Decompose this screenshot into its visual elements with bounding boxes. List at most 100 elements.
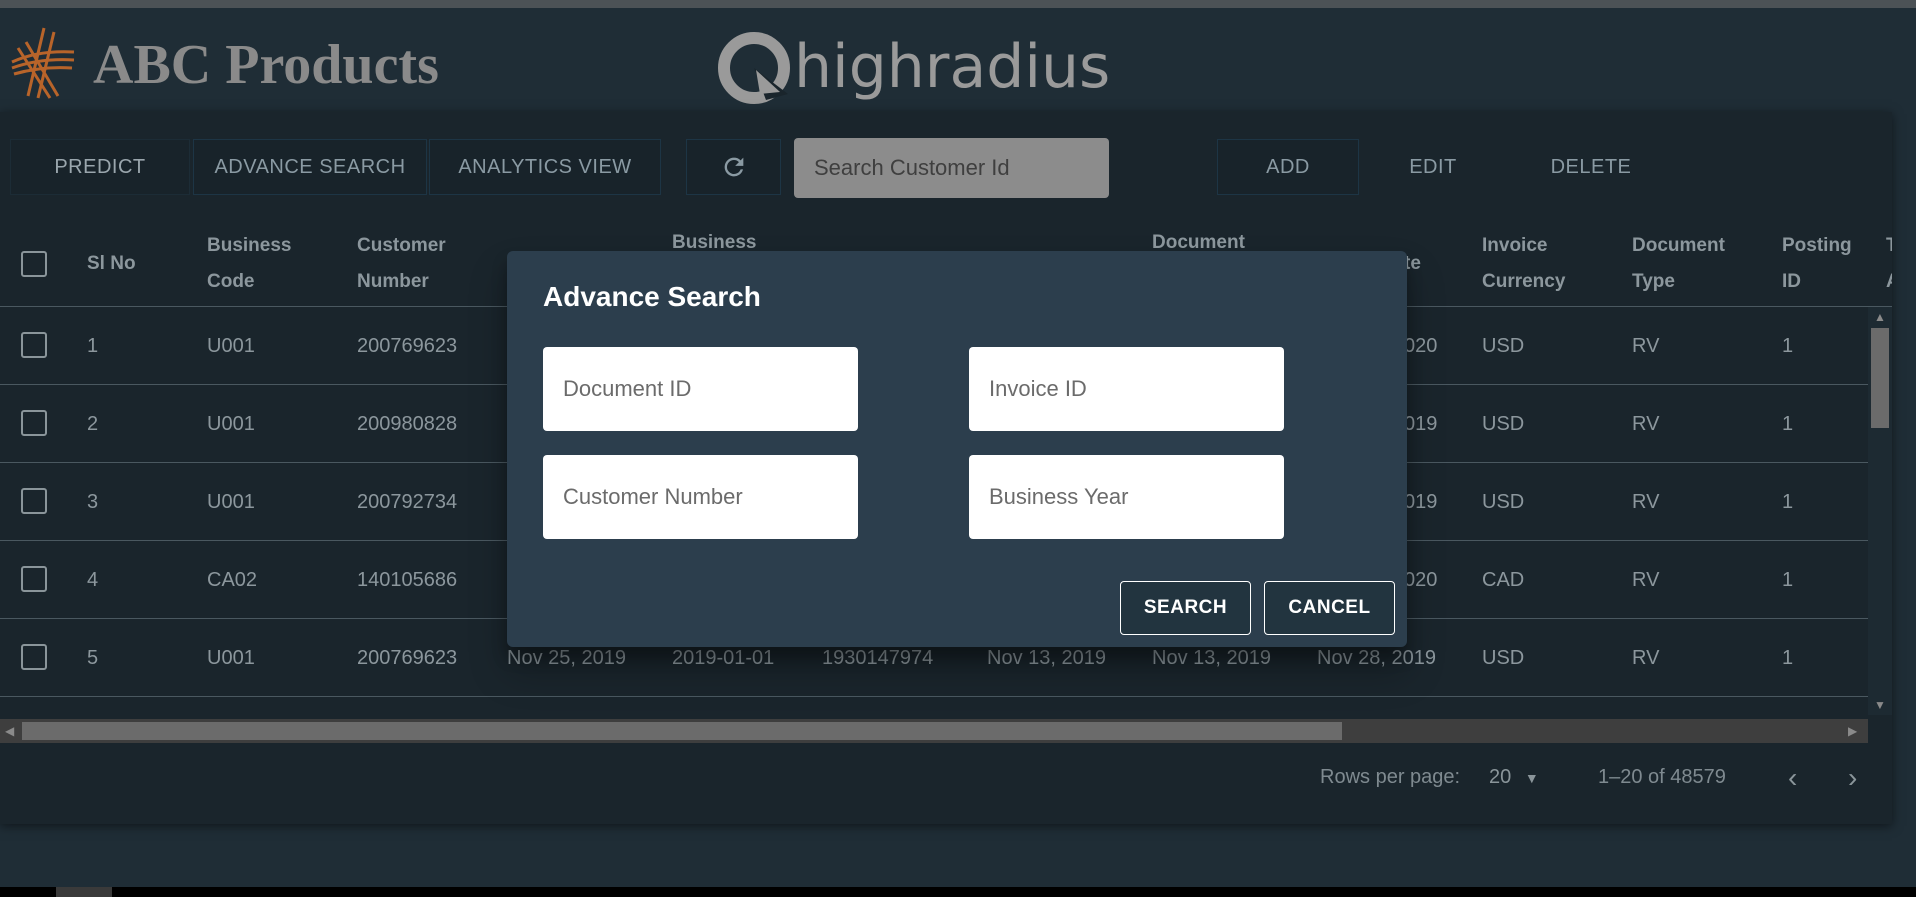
header-posting-id-line1: Posting [1782,235,1852,256]
cell-document-type: RV [1632,568,1660,591]
vertical-scrollbar-thumb[interactable] [1871,328,1889,428]
bottom-taskbar [0,887,1916,897]
scroll-left-arrow-icon[interactable]: ◀ [5,724,14,738]
select-all-checkbox[interactable] [21,251,47,277]
document-id-field[interactable] [543,347,858,431]
document-id-input[interactable] [563,376,858,402]
cell-customer-number: 200769623 [357,646,458,669]
cell-sl-no: 2 [87,412,99,435]
dialog-title: Advance Search [543,281,761,312]
pagination-range: 1–20 of 48579 [1598,766,1726,788]
cell-date-partial: 019 [1404,412,1438,435]
dropdown-arrow-icon: ▼ [1524,770,1539,786]
customer-search-field[interactable] [794,138,1109,198]
refresh-icon [724,157,743,177]
cell-posting-id: 1 [1782,646,1794,669]
row-checkbox[interactable] [21,488,47,514]
header-invoice-currency[interactable]: Invoice Currency [1482,221,1565,307]
row-checkbox[interactable] [21,410,47,436]
header-invoice-currency-line1: Invoice [1482,235,1548,256]
header-customer-number[interactable]: Customer Number [357,221,446,307]
cell-currency: USD [1482,334,1525,357]
cell-sl-no: 1 [87,334,99,357]
customer-number-input[interactable] [563,484,858,510]
header-business-code-line2: Code [207,271,255,292]
analytics-view-button[interactable]: ANALYTICS VIEW [429,139,661,195]
cell-document-type: RV [1632,334,1660,357]
previous-page-button[interactable]: ‹ [1788,762,1797,794]
cell-date-partial: 020 [1404,568,1438,591]
cancel-button[interactable]: CANCEL [1264,581,1395,635]
header-cut-off-column[interactable]: T A [1886,221,1892,307]
header-cut-line2: A [1886,264,1892,300]
header-business-code-line1: Business [207,235,292,256]
row-checkbox[interactable] [21,332,47,358]
cell-document-type: RV [1632,412,1660,435]
cell-currency: USD [1482,490,1525,513]
header-posting-id-line2: ID [1782,271,1801,292]
brand-title: ABC Products [93,34,439,96]
abc-logo-icon [11,27,75,99]
highradius-logo-icon [718,32,790,104]
business-year-field[interactable] [969,455,1284,539]
cell-customer-number: 200980828 [357,412,458,435]
chevron-right-icon: › [1848,762,1858,793]
cell-sl-no: 4 [87,568,99,591]
search-button[interactable]: SEARCH [1120,581,1251,635]
cell-posting-id: 1 [1782,412,1794,435]
highradius-logo-text: highradius [794,32,1111,102]
invoice-id-input[interactable] [989,376,1284,402]
taskbar-indicator [56,887,112,897]
scroll-up-arrow-icon[interactable]: ▲ [1874,310,1886,324]
horizontal-scrollbar-thumb[interactable] [22,722,1342,740]
scroll-right-arrow-icon[interactable]: ▶ [1848,724,1857,738]
header-document-type-line1: Document [1632,235,1725,256]
advance-search-dialog: Advance Search SEARCH CANCEL [507,251,1407,647]
scroll-down-arrow-icon[interactable]: ▼ [1874,698,1886,712]
cell-document-type: RV [1632,646,1660,669]
cell-currency: CAD [1482,568,1525,591]
cell-business-code: U001 [207,412,255,435]
rows-per-page-select[interactable]: 20 ▼ [1489,766,1539,789]
header-sl-no[interactable]: Sl No [87,221,136,307]
cell-business-code: U001 [207,490,255,513]
edit-button[interactable]: EDIT [1362,139,1504,195]
window-top-border [0,0,1916,8]
cell-posting-id: 1 [1782,490,1794,513]
next-page-button[interactable]: › [1848,762,1857,794]
cell-sl-no: 5 [87,646,99,669]
customer-search-input[interactable] [814,155,1109,181]
advance-search-button[interactable]: ADVANCE SEARCH [193,139,427,195]
header-cut-line1: T [1886,235,1892,256]
chevron-left-icon: ‹ [1788,762,1798,793]
rows-per-page-value: 20 [1489,766,1512,788]
header-document-type-line2: Type [1632,271,1675,292]
header-customer-number-line2: Number [357,271,429,292]
cell-posting-id: 1 [1782,334,1794,357]
cell-business-code: CA02 [207,568,258,591]
predict-button[interactable]: PREDICT [10,139,190,195]
row-checkbox[interactable] [21,644,47,670]
header-business-code[interactable]: Business Code [207,221,291,307]
invoice-id-field[interactable] [969,347,1284,431]
header-invoice-currency-line2: Currency [1482,271,1566,292]
app-header: ABC Products highradius [0,8,1916,108]
cell-posting-id: 1 [1782,568,1794,591]
cell-customer-number: 140105686 [357,568,458,591]
header-customer-number-line1: Customer [357,235,446,256]
cell-sl-no: 3 [87,490,99,513]
cell-business-code: U001 [207,646,255,669]
business-year-input[interactable] [989,484,1284,510]
header-document-type[interactable]: Document Type [1632,221,1725,307]
rows-per-page-label: Rows per page: [1320,766,1461,788]
cell-date-partial: 020 [1404,334,1438,357]
add-button[interactable]: ADD [1217,139,1359,195]
row-checkbox[interactable] [21,566,47,592]
refresh-button[interactable] [686,139,781,195]
header-posting-id[interactable]: Posting ID [1782,221,1852,307]
delete-button[interactable]: DELETE [1506,139,1676,195]
customer-number-field[interactable] [543,455,858,539]
cell-date-partial: 019 [1404,490,1438,513]
cell-currency: USD [1482,646,1525,669]
cell-document-type: RV [1632,490,1660,513]
